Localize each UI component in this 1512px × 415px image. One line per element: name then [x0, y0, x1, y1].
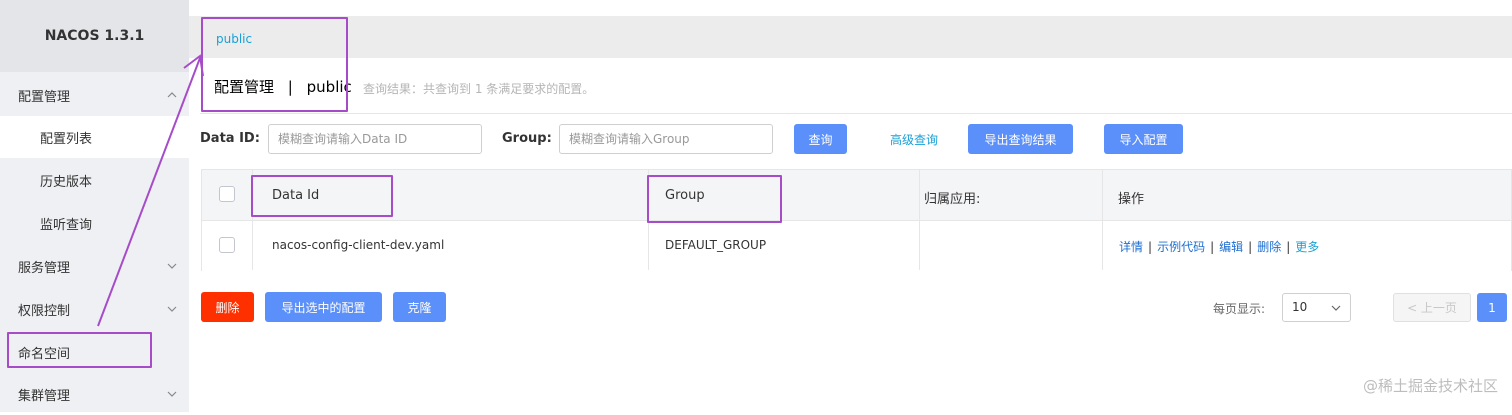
- column-header-data-id: Data Id: [272, 188, 320, 203]
- edit-link[interactable]: 编辑: [1219, 240, 1243, 254]
- namespace-tab-public[interactable]: public: [216, 32, 252, 46]
- sidebar-item-service-management[interactable]: 服务管理: [0, 245, 189, 287]
- column-header-actions: 操作: [1118, 192, 1145, 207]
- prev-page-button[interactable]: < 上一页: [1393, 293, 1471, 322]
- sidebar-item-label: 命名空间: [18, 346, 71, 362]
- more-link[interactable]: 更多: [1295, 240, 1319, 254]
- clone-button[interactable]: 克隆: [393, 292, 446, 322]
- column-header-group: Group: [665, 188, 705, 203]
- table-row: nacos-config-client-dev.yaml DEFAULT_GRO…: [202, 220, 1511, 271]
- namespace-bar: [189, 16, 1512, 58]
- column-divider: [252, 170, 253, 270]
- sidebar-item-cluster-management[interactable]: 集群管理: [0, 373, 189, 415]
- column-header-app: 归属应用:: [924, 192, 981, 207]
- page-size-label: 每页显示:: [1213, 302, 1266, 316]
- page-1-button[interactable]: 1: [1477, 293, 1507, 322]
- query-button[interactable]: 查询: [794, 124, 847, 154]
- chevron-down-icon: [1331, 305, 1341, 311]
- sidebar-item-label: 服务管理: [18, 260, 71, 276]
- page-title-text: 配置管理: [214, 78, 275, 96]
- data-id-input[interactable]: 模糊查询请输入Data ID: [268, 124, 482, 154]
- export-selected-button[interactable]: 导出选中的配置: [265, 292, 382, 322]
- column-divider: [919, 170, 920, 270]
- sidebar-item-label: 权限控制: [18, 303, 71, 319]
- page-size-value: 10: [1292, 300, 1308, 314]
- sidebar-item-label: 监听查询: [40, 217, 93, 233]
- action-separator: |: [1248, 240, 1253, 254]
- group-label: Group:: [502, 131, 552, 146]
- chevron-up-icon: [167, 92, 177, 98]
- divider: [200, 113, 1512, 114]
- action-separator: |: [1210, 240, 1215, 254]
- action-separator: |: [1148, 240, 1153, 254]
- column-divider: [648, 170, 649, 270]
- chevron-down-icon: [167, 263, 177, 269]
- bulk-delete-button[interactable]: 删除: [201, 292, 254, 322]
- page-title-namespace: public: [306, 78, 352, 96]
- column-divider: [1102, 170, 1103, 270]
- page-size-select[interactable]: 10: [1282, 293, 1351, 322]
- select-all-checkbox[interactable]: [219, 186, 235, 202]
- data-id-label: Data ID:: [200, 131, 260, 146]
- sidebar-item-label: 历史版本: [40, 174, 93, 190]
- sidebar-item-config-list[interactable]: 配置列表: [0, 116, 189, 158]
- detail-link[interactable]: 详情: [1119, 240, 1143, 254]
- sidebar-item-label: 配置列表: [40, 131, 93, 147]
- sidebar-item-history[interactable]: 历史版本: [0, 159, 189, 201]
- result-summary: 查询结果：共查询到 1 条满足要求的配置。: [363, 82, 595, 96]
- chevron-down-icon: [167, 306, 177, 312]
- chevron-down-icon: [167, 391, 177, 397]
- row-actions: 详情 | 示例代码 | 编辑 | 删除 | 更多: [1119, 238, 1319, 255]
- sidebar-item-access-control[interactable]: 权限控制: [0, 288, 189, 330]
- sidebar-item-label: 集群管理: [18, 388, 71, 404]
- sidebar-item-label: 配置管理: [18, 89, 71, 105]
- table-header: Data Id Group 归属应用: 操作: [202, 170, 1511, 220]
- row-checkbox[interactable]: [219, 237, 235, 253]
- import-config-button[interactable]: 导入配置: [1104, 124, 1183, 154]
- cell-data-id: nacos-config-client-dev.yaml: [272, 238, 445, 252]
- title-separator: |: [287, 78, 293, 96]
- delete-link[interactable]: 删除: [1257, 240, 1281, 254]
- export-results-button[interactable]: 导出查询结果: [968, 124, 1073, 154]
- sidebar-item-config-management[interactable]: 配置管理: [0, 74, 189, 116]
- cell-group: DEFAULT_GROUP: [665, 238, 767, 252]
- group-input[interactable]: 模糊查询请输入Group: [559, 124, 773, 154]
- app-title: NACOS 1.3.1: [0, 0, 189, 72]
- sidebar-item-listener-query[interactable]: 监听查询: [0, 202, 189, 244]
- action-separator: |: [1286, 240, 1291, 254]
- config-table: Data Id Group 归属应用: 操作 nacos-config-clie…: [201, 169, 1512, 271]
- watermark: @稀土掘金技术社区: [1362, 377, 1498, 395]
- sample-code-link[interactable]: 示例代码: [1157, 240, 1205, 254]
- page-title: 配置管理 | public: [214, 76, 352, 97]
- sidebar-item-namespace[interactable]: 命名空间: [0, 331, 189, 373]
- advanced-query-link[interactable]: 高级查询: [890, 131, 938, 148]
